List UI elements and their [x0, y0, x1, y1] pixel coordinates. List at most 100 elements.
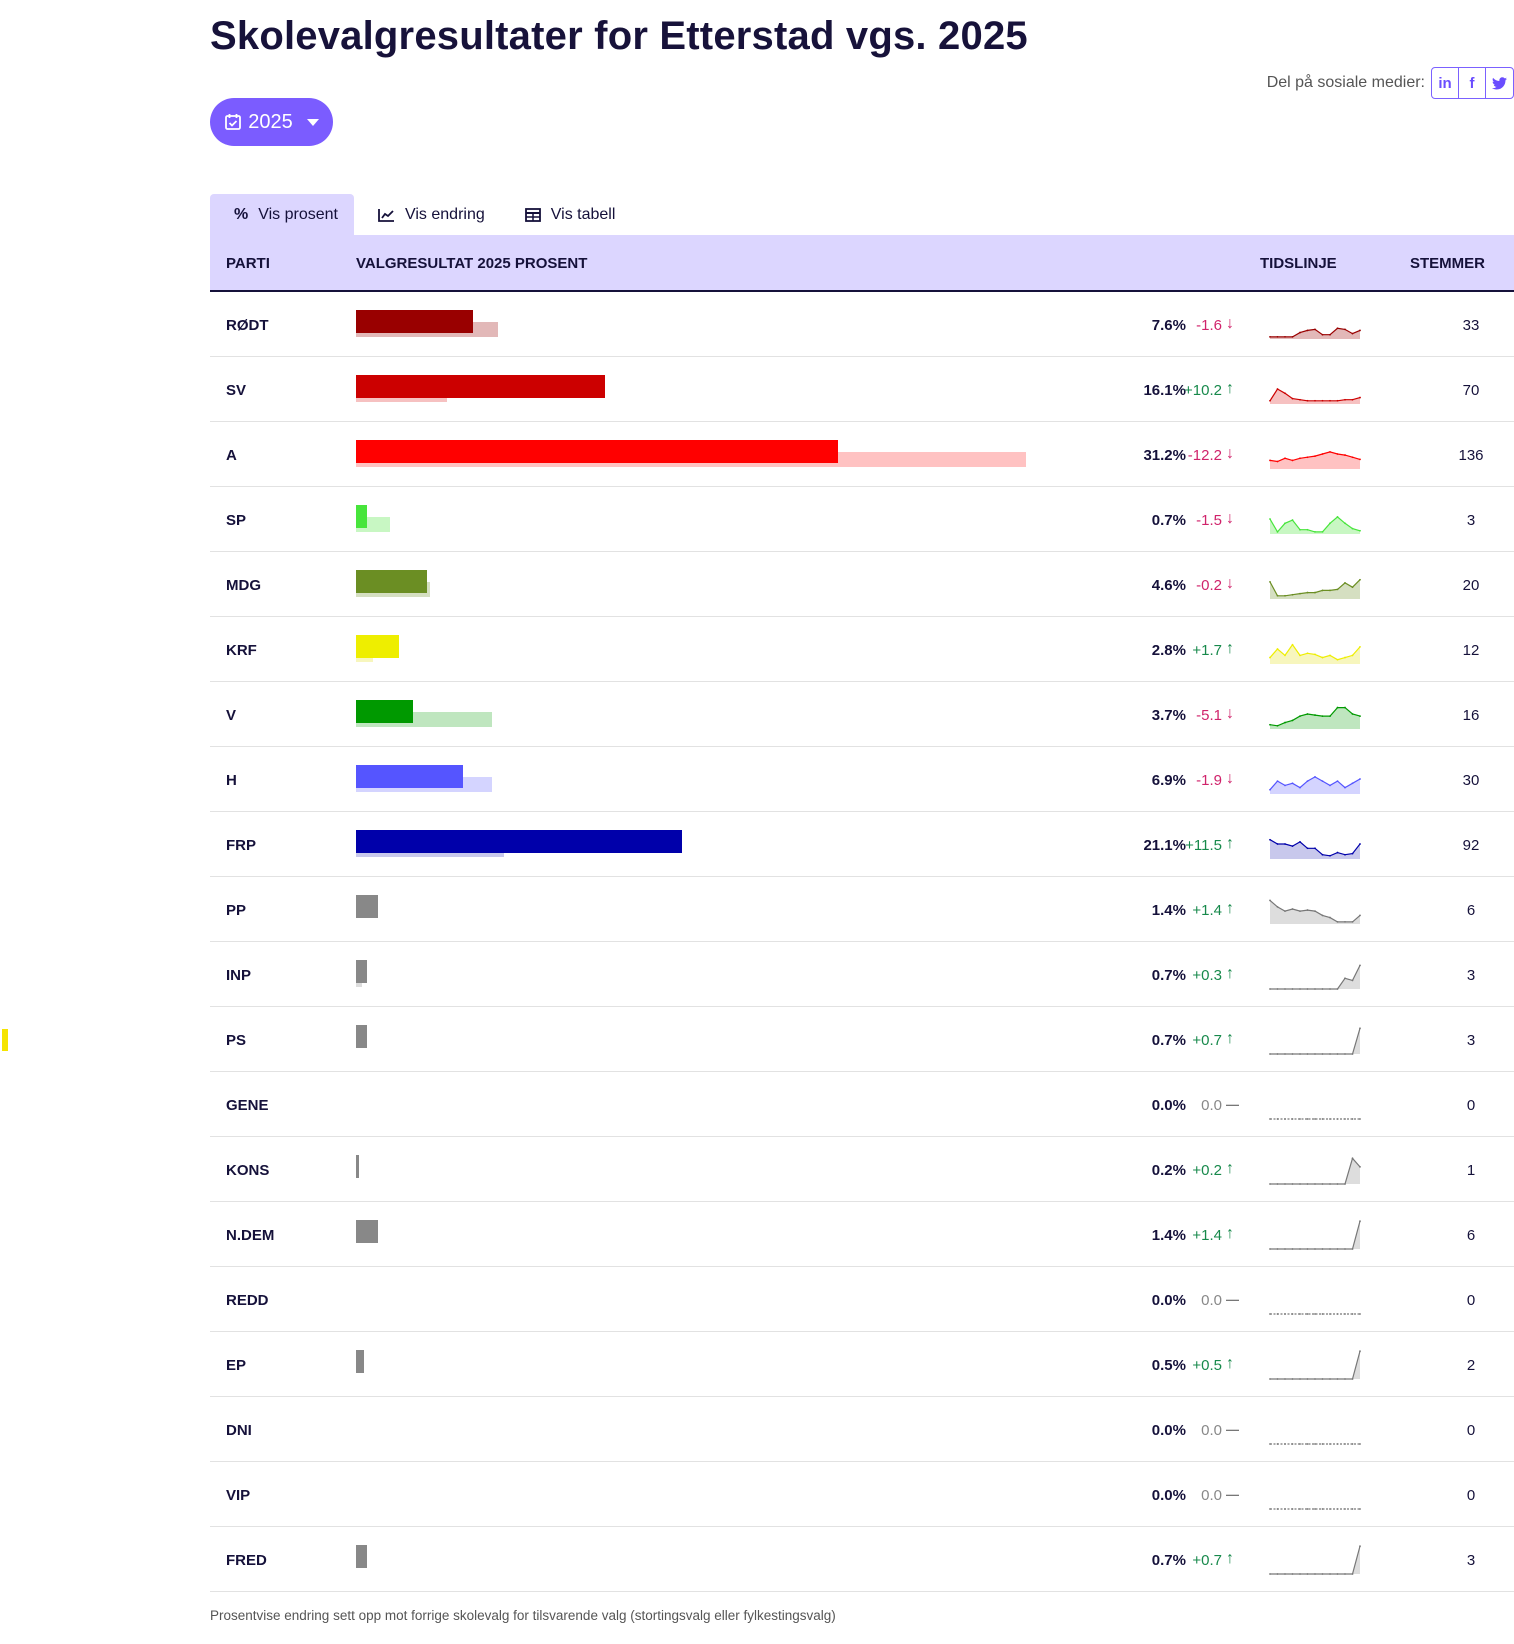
sparkline-point	[1321, 656, 1324, 659]
sparkline-point	[1329, 399, 1331, 402]
sparkline-point	[1276, 1573, 1279, 1575]
table-row: VIP 0.0% 0.0—0	[210, 1462, 1514, 1527]
sparkline-point	[1351, 654, 1354, 657]
arrow-up-icon: ↑	[1226, 1225, 1234, 1242]
result-bar	[356, 1332, 1056, 1397]
tab-vis-endring[interactable]: Vis endring	[354, 194, 501, 235]
sparkline-point	[1269, 1118, 1271, 1120]
sparkline-point	[1351, 527, 1354, 530]
timeline-sparkline	[1269, 838, 1361, 859]
sparkline-point	[1329, 916, 1331, 919]
tab-label: Vis endring	[404, 205, 485, 223]
sparkline-point	[1299, 1378, 1301, 1380]
party-name: SP	[226, 512, 247, 529]
sparkline-point	[1351, 586, 1354, 589]
result-bar	[356, 1007, 1056, 1072]
sparkline-point	[1276, 335, 1279, 338]
sparkline-point	[1359, 529, 1361, 532]
arrow-down-icon: ↓	[1226, 770, 1234, 787]
sparkline-point	[1329, 854, 1331, 857]
sparkline-point	[1329, 333, 1331, 336]
sparkline-point	[1344, 656, 1346, 659]
sparkline-point	[1336, 706, 1339, 709]
sparkline-point	[1299, 1053, 1301, 1055]
sparkline-point	[1344, 1183, 1346, 1185]
arrow-up-icon: ↑	[1226, 1030, 1234, 1047]
sparkline-point	[1299, 988, 1301, 990]
timeline-sparkline	[1269, 775, 1361, 794]
sparkline-point	[1299, 528, 1301, 531]
sparkline-point	[1306, 1248, 1309, 1250]
table-header: PARTI VALGRESULTAT 2025 PROSENT TIDSLINJ…	[210, 235, 1514, 292]
sparkline-point	[1336, 1183, 1339, 1185]
party-name: RØDT	[226, 317, 269, 334]
timeline-sparkline	[1269, 450, 1361, 469]
twitter-share-button[interactable]	[1486, 68, 1513, 98]
arrow-up-icon: ↑	[1226, 1160, 1234, 1177]
sparkline-point	[1336, 515, 1339, 518]
arrow-down-icon: ↓	[1226, 315, 1234, 332]
sparkline-point	[1291, 459, 1294, 462]
sparkline-point	[1299, 715, 1301, 718]
table-row: FRED 0.7% +0.7 ↑ 3	[210, 1527, 1514, 1592]
table-icon	[524, 207, 541, 222]
result-change: 0.0	[1201, 1097, 1222, 1114]
table-row: REDD 0.0% 0.0—0	[210, 1267, 1514, 1332]
sparkline-point	[1276, 1053, 1279, 1055]
sparkline-point	[1351, 1157, 1354, 1160]
sparkline-area	[1270, 965, 1360, 989]
result-change: +0.3	[1192, 967, 1222, 984]
sparkline-point	[1284, 1313, 1286, 1315]
table-row: SP 0.7% -1.5 ↓ 3	[210, 487, 1514, 552]
result-bar	[356, 422, 1056, 487]
sparkline-point	[1276, 1508, 1279, 1510]
tab-vis-tabell[interactable]: Vis tabell	[501, 194, 632, 235]
sparkline-point	[1336, 988, 1339, 990]
sparkline-point	[1284, 522, 1286, 525]
sparkline-point	[1314, 714, 1316, 716]
party-name: A	[226, 447, 237, 464]
table-row: A 31.2% -12.2 ↓ 136	[210, 422, 1514, 487]
vote-count: 30	[1462, 772, 1480, 789]
sparkline-point	[1291, 1053, 1294, 1055]
sparkline-area	[1270, 389, 1360, 404]
result-bar	[356, 1527, 1056, 1592]
result-bar	[356, 617, 1056, 682]
sparkline-point	[1306, 399, 1309, 402]
sparkline-point	[1291, 1508, 1294, 1510]
year-dropdown[interactable]: 2025	[210, 98, 333, 146]
tab-vis-prosent[interactable]: % Vis prosent	[210, 194, 354, 235]
sparkline-point	[1299, 910, 1301, 913]
facebook-share-button[interactable]: f	[1459, 68, 1486, 98]
table-row: N.DEM 1.4% +1.4 ↑ 6	[210, 1202, 1514, 1267]
timeline-sparkline	[1269, 1118, 1361, 1120]
sparkline-point	[1291, 782, 1294, 785]
arrow-up-icon: ↑	[1226, 380, 1234, 397]
linkedin-share-button[interactable]: in	[1432, 68, 1459, 98]
sparkline-point	[1359, 715, 1361, 718]
view-tabs: % Vis prosent Vis endring Vis tabell	[210, 194, 631, 235]
sparkline-point	[1269, 580, 1271, 583]
share-bar: Del på sosiale medier: in f	[1267, 67, 1514, 99]
result-change: +1.4	[1192, 1227, 1222, 1244]
sparkline-point	[1276, 724, 1279, 727]
tab-label: Vis tabell	[550, 205, 616, 223]
sparkline-point	[1329, 522, 1331, 525]
sparkline-point	[1329, 784, 1331, 787]
sparkline-point	[1344, 328, 1346, 331]
current-result-bar	[356, 895, 378, 918]
sparkline-point	[1336, 920, 1339, 923]
sparkline-point	[1351, 1443, 1354, 1445]
result-change: +0.7	[1192, 1032, 1222, 1049]
sparkline-point	[1276, 1378, 1279, 1380]
table-row: PP 1.4% +1.4 ↑ 6	[210, 877, 1514, 942]
table-row: RØDT 7.6% -1.6 ↓ 33	[210, 292, 1514, 357]
sparkline-point	[1321, 1378, 1324, 1380]
arrow-up-icon: ↑	[1226, 1550, 1234, 1567]
timeline-sparkline	[1269, 578, 1361, 599]
table-row: EP 0.5% +0.5 ↑ 2	[210, 1332, 1514, 1397]
sparkline-point	[1276, 530, 1279, 533]
sparkline-point	[1276, 780, 1279, 783]
sparkline-point	[1314, 653, 1316, 656]
vote-count: 3	[1466, 1032, 1476, 1049]
